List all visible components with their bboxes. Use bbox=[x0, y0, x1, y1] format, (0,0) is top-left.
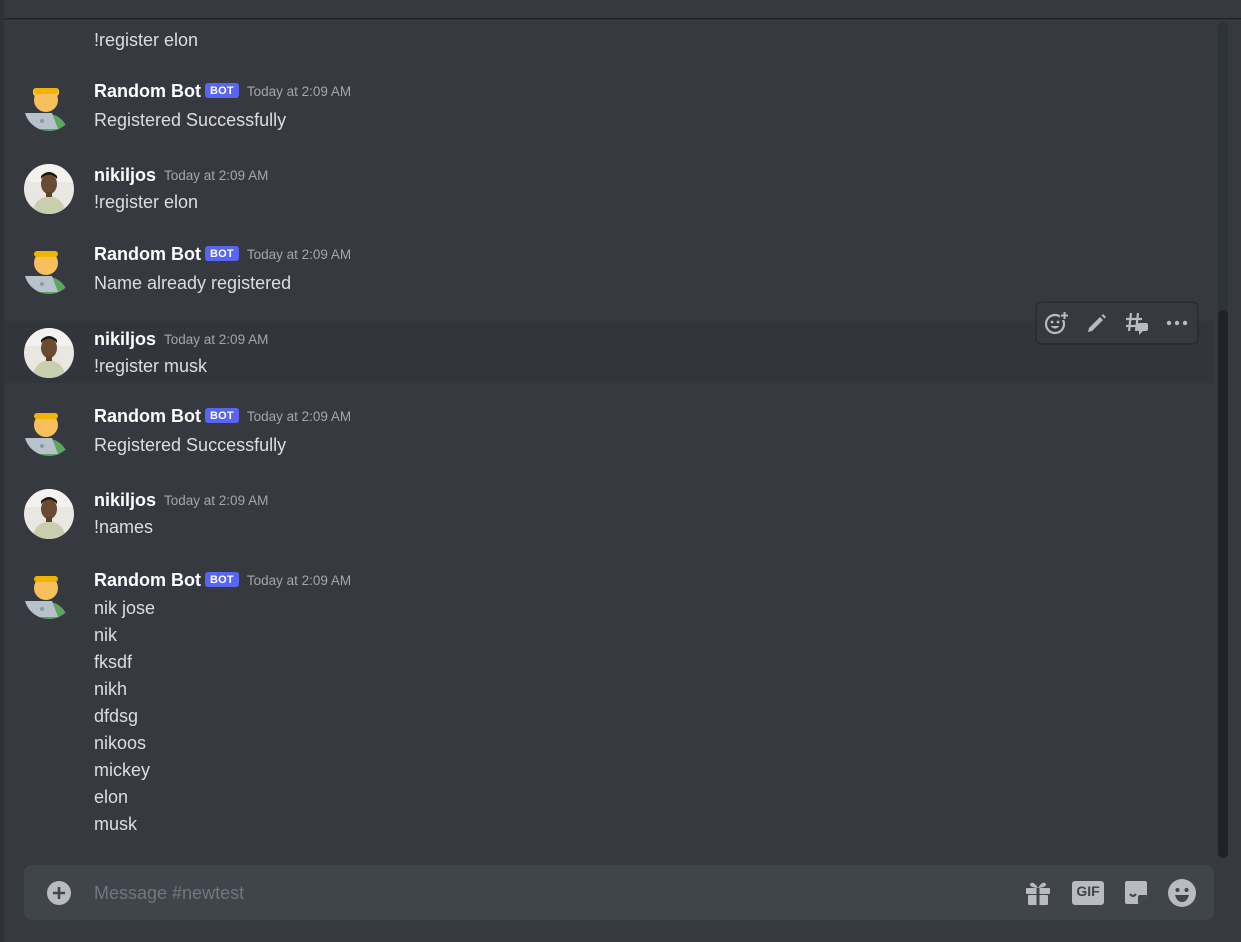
scrollbar-thumb[interactable] bbox=[1218, 310, 1228, 858]
message-input[interactable] bbox=[94, 880, 954, 906]
message-action-bar bbox=[1036, 302, 1198, 344]
more-options-button[interactable] bbox=[1163, 309, 1191, 337]
sticker-button[interactable] bbox=[1120, 877, 1152, 909]
username[interactable]: nikiljos bbox=[94, 165, 156, 186]
bot-tag: BOT bbox=[205, 572, 239, 587]
bot-avatar[interactable] bbox=[24, 569, 74, 619]
username[interactable]: Random Bot bbox=[94, 244, 201, 265]
timestamp[interactable]: Today at 2:09 AM bbox=[247, 409, 351, 424]
username[interactable]: nikiljos bbox=[94, 329, 156, 350]
timestamp[interactable]: Today at 2:09 AM bbox=[247, 573, 351, 588]
plus-circle-icon bbox=[47, 881, 71, 905]
user-avatar[interactable] bbox=[24, 164, 74, 214]
message-header: Random Bot BOT Today at 2:09 AM bbox=[94, 406, 351, 428]
timestamp[interactable]: Today at 2:09 AM bbox=[164, 168, 268, 183]
gif-label: GIF bbox=[1076, 883, 1100, 899]
gif-button[interactable]: GIF bbox=[1072, 877, 1104, 909]
message-text: nik bbox=[94, 625, 118, 645]
message-text: Registered Successfully bbox=[94, 435, 287, 455]
message-header: Random Bot BOT Today at 2:09 AM bbox=[94, 244, 351, 266]
message-text: nikoos bbox=[94, 733, 147, 753]
message-text: !names bbox=[94, 517, 154, 537]
more-options-icon bbox=[1166, 320, 1188, 326]
message-text: !register elon bbox=[94, 192, 199, 212]
timestamp[interactable]: Today at 2:09 AM bbox=[164, 493, 268, 508]
add-reaction-icon bbox=[1044, 311, 1069, 335]
message-text: mickey bbox=[94, 760, 151, 780]
user-avatar[interactable] bbox=[24, 489, 74, 539]
bot-avatar[interactable] bbox=[24, 81, 74, 131]
message[interactable]: !register elon bbox=[4, 27, 1214, 55]
username[interactable]: Random Bot bbox=[94, 406, 201, 427]
message-text: elon bbox=[94, 787, 129, 807]
message-header: nikiljos Today at 2:09 AM bbox=[94, 329, 268, 351]
message-header: nikiljos Today at 2:09 AM bbox=[94, 165, 268, 187]
channel-header-bar bbox=[0, 0, 1241, 19]
message-list-scrollbar[interactable] bbox=[1218, 22, 1228, 858]
chat-window: !register elon Random Bot BOT Today at 2:0… bbox=[0, 0, 1241, 942]
bot-tag: BOT bbox=[205, 408, 239, 423]
message[interactable]: nikiljos Today at 2:09 AM !register elon bbox=[4, 157, 1214, 221]
add-reaction-button[interactable] bbox=[1043, 309, 1071, 337]
message-text: !register elon bbox=[94, 30, 199, 50]
message-header: Random Bot BOT Today at 2:09 AM bbox=[94, 81, 351, 103]
user-avatar[interactable] bbox=[24, 328, 74, 378]
emoji-button[interactable] bbox=[1166, 877, 1198, 909]
username[interactable]: nikiljos bbox=[94, 490, 156, 511]
message-header: Random Bot BOT Today at 2:09 AM bbox=[94, 570, 351, 592]
message-text: nikh bbox=[94, 679, 128, 699]
bot-tag: BOT bbox=[205, 83, 239, 98]
message[interactable]: Random Bot BOT Today at 2:09 AM Registered… bbox=[4, 400, 1214, 464]
gift-button[interactable] bbox=[1022, 877, 1054, 909]
upload-button[interactable] bbox=[46, 880, 72, 906]
message[interactable]: nikiljos Today at 2:09 AM !names bbox=[4, 482, 1214, 546]
message-header: nikiljos Today at 2:09 AM bbox=[94, 490, 268, 512]
create-thread-button[interactable] bbox=[1123, 309, 1151, 337]
message-text: Registered Successfully bbox=[94, 110, 287, 130]
timestamp[interactable]: Today at 2:09 AM bbox=[164, 332, 268, 347]
message-list[interactable]: !register elon Random Bot BOT Today at 2:0… bbox=[4, 19, 1216, 861]
username[interactable]: Random Bot bbox=[94, 81, 201, 102]
message-text: fksdf bbox=[94, 652, 133, 672]
bot-avatar[interactable] bbox=[24, 244, 74, 294]
message-composer: GIF bbox=[24, 865, 1214, 920]
message[interactable]: Random Bot BOT Today at 2:09 AM nik jose n… bbox=[4, 563, 1214, 843]
message-text: !register musk bbox=[94, 356, 208, 376]
create-thread-icon bbox=[1126, 312, 1148, 335]
message[interactable]: nikiljos Today at 2:09 AM !register musk bbox=[4, 321, 1214, 383]
message-text: musk bbox=[94, 814, 138, 834]
emoji-icon bbox=[1168, 879, 1196, 907]
username[interactable]: Random Bot bbox=[94, 570, 201, 591]
timestamp[interactable]: Today at 2:09 AM bbox=[247, 84, 351, 99]
bot-avatar[interactable] bbox=[24, 406, 74, 456]
message-text: nik jose bbox=[94, 598, 156, 618]
bot-tag: BOT bbox=[205, 246, 239, 261]
message-text: Name already registered bbox=[94, 273, 292, 293]
edit-message-button[interactable] bbox=[1083, 309, 1111, 337]
sticker-icon bbox=[1125, 881, 1147, 904]
timestamp[interactable]: Today at 2:09 AM bbox=[247, 247, 351, 262]
message[interactable]: Random Bot BOT Today at 2:09 AM Registered… bbox=[4, 75, 1214, 139]
gift-icon bbox=[1026, 882, 1050, 905]
message-text: dfdsg bbox=[94, 706, 139, 726]
edit-pencil-icon bbox=[1088, 314, 1106, 332]
message[interactable]: Random Bot BOT Today at 2:09 AM Name alrea… bbox=[4, 238, 1214, 302]
